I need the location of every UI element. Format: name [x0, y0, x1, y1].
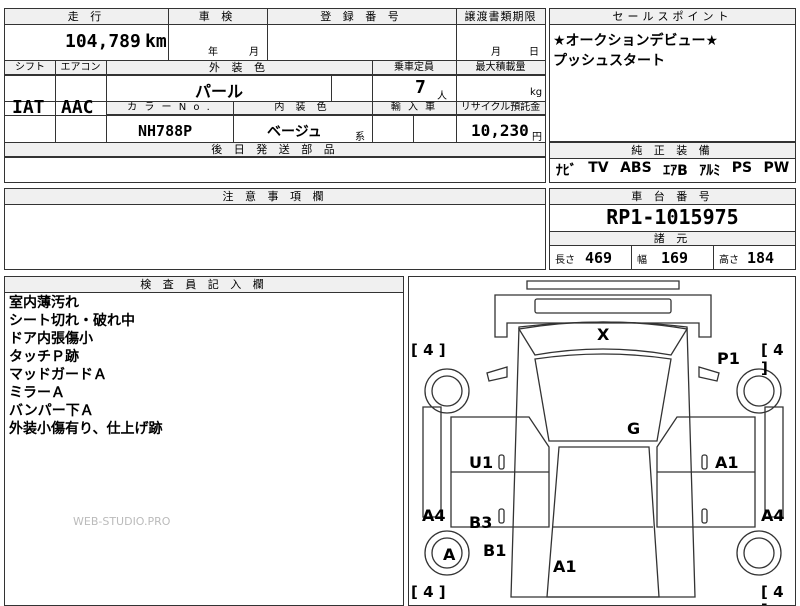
exterior-color-header: 外 装 色: [106, 61, 372, 75]
height-label: 高さ: [719, 254, 739, 266]
inspection-year-label: 年: [208, 47, 218, 58]
standard-equipment-header: 純 正 装 備: [550, 143, 795, 159]
mileage-unit: km: [145, 31, 167, 52]
inspection-month-label: 月: [249, 47, 259, 58]
inspector-note: マッドガードＡ: [9, 367, 107, 383]
inspector-panel: 検 査 員 記 入 欄 室内薄汚れ シート切れ・破れ中 ドア内張傷小 タッチＰ跡…: [4, 276, 404, 606]
inspector-note: バンパー下Ａ: [9, 403, 94, 419]
mileage-header: 走 行: [5, 9, 168, 25]
equipment-list: ﾅﾋﾞ TV ABS ｴｱB ｱﾙﾐ PS PW: [550, 160, 795, 180]
color-no-header: カ ラ ー N o .: [106, 102, 233, 115]
ac-header: エアコン: [55, 61, 106, 75]
specs-header: 諸 元: [550, 231, 795, 246]
length-value: 469: [585, 249, 613, 267]
equip-navi: ﾅﾋﾞ: [555, 163, 577, 179]
interior-color-header: 内 装 色: [233, 102, 372, 115]
transfer-month-label: 月: [491, 47, 501, 58]
equip-alloy: ｱﾙﾐ: [699, 163, 721, 179]
inspector-note: ミラーＡ: [9, 385, 65, 401]
damage-mark-left-sill: A4: [422, 506, 446, 525]
inspector-header: 検 査 員 記 入 欄: [5, 277, 403, 293]
standard-equipment-panel: 純 正 装 備 ﾅﾋﾞ TV ABS ｴｱB ｱﾙﾐ PS PW: [549, 142, 796, 183]
chassis-header: 車 台 番 号: [550, 189, 795, 205]
later-parts-header: 後 日 発 送 部 品: [5, 143, 545, 157]
sales-point-line: ★オークションデビュー★: [553, 33, 719, 49]
inspector-note: 室内薄汚れ: [9, 295, 79, 311]
vehicle-info-grid: 走 行 車 検 登 録 番 号 譲渡書類期限 104,789 km 年 月 月 …: [4, 8, 546, 183]
inspector-note: タッチＰ跡: [9, 349, 79, 365]
tire-front-right-label: [ 4 ]: [761, 341, 784, 377]
shift-header: シフト: [5, 61, 55, 75]
tire-rear-right-label: [ 4 ]: [761, 583, 784, 605]
transfer-deadline-header: 譲渡書類期限: [456, 9, 545, 25]
width-label: 幅: [637, 254, 647, 266]
watermark: WEB-STUDIO.PRO: [73, 515, 171, 528]
notes-panel: 注 意 事 項 欄: [4, 188, 546, 270]
height-value: 184: [747, 249, 775, 267]
damage-mark-roof: G: [627, 419, 641, 438]
damage-mark-rear-bumper: A1: [553, 557, 577, 576]
car-damage-diagram: [ 4 ] [ 4 ] [ 4 ] [ 4 ] X P1 G U1 A1 A4 …: [408, 276, 796, 606]
damage-mark-rear-left-door: B3: [469, 513, 493, 532]
capacity-header: 乗車定員: [372, 61, 456, 75]
equip-tv: TV: [588, 160, 609, 176]
reg-no-header: 登 録 番 号: [267, 9, 456, 25]
inspector-note: シート切れ・破れ中: [9, 313, 135, 329]
equip-pw: PW: [763, 160, 790, 176]
mileage-value: 104,789: [65, 31, 141, 52]
equip-abs: ABS: [620, 160, 652, 176]
capacity-value: 7: [415, 77, 426, 98]
recycle-unit: 円: [532, 132, 542, 143]
ac-value: AAC: [61, 97, 94, 118]
max-load-header: 最大積載量: [456, 61, 545, 75]
interior-color-suffix: 系: [355, 132, 365, 143]
import-header: 輸 入 車: [372, 102, 456, 115]
shift-value: IAT: [12, 97, 45, 118]
notes-header: 注 意 事 項 欄: [5, 189, 545, 205]
damage-mark-front-right: P1: [717, 349, 740, 368]
damage-mark-front-left-door: U1: [469, 453, 494, 472]
chassis-panel: 車 台 番 号 RP1-1015975 諸 元 長さ 469 幅 169 高さ …: [549, 188, 796, 270]
recycle-header: リサイクル預託金: [456, 102, 545, 115]
transfer-day-label: 日: [529, 47, 539, 58]
equip-ps: PS: [731, 160, 753, 176]
chassis-number: RP1-1015975: [606, 205, 739, 229]
width-value: 169: [661, 249, 689, 267]
max-load-unit: kg: [530, 87, 543, 98]
damage-mark-right-sill: A4: [761, 506, 785, 525]
damage-mark-rear-left-wheel: A: [443, 545, 456, 564]
inspector-note: ドア内張傷小: [9, 331, 93, 347]
equip-airbag: ｴｱB: [663, 163, 688, 179]
tire-rear-left-label: [ 4 ]: [411, 583, 446, 601]
damage-mark-rear-left-fender: B1: [483, 541, 507, 560]
sales-points-panel: セールスポイント ★オークションデビュー★ プッシュスタート: [549, 8, 796, 142]
capacity-unit: 人: [437, 91, 447, 102]
inspector-note: 外装小傷有り、仕上げ跡: [9, 421, 163, 437]
tire-front-left-label: [ 4 ]: [411, 341, 446, 359]
recycle-value: 10,230: [471, 121, 529, 140]
interior-color-value: ベージュ: [267, 124, 322, 140]
damage-mark-windshield: X: [597, 325, 610, 344]
sales-point-line: プッシュスタート: [553, 53, 665, 69]
sales-points-header: セールスポイント: [550, 9, 795, 25]
length-label: 長さ: [555, 254, 575, 266]
color-no-value: NH788P: [138, 122, 193, 140]
damage-mark-front-right-door: A1: [715, 453, 739, 472]
exterior-color-value: パール: [195, 82, 244, 101]
inspection-header: 車 検: [168, 9, 267, 25]
